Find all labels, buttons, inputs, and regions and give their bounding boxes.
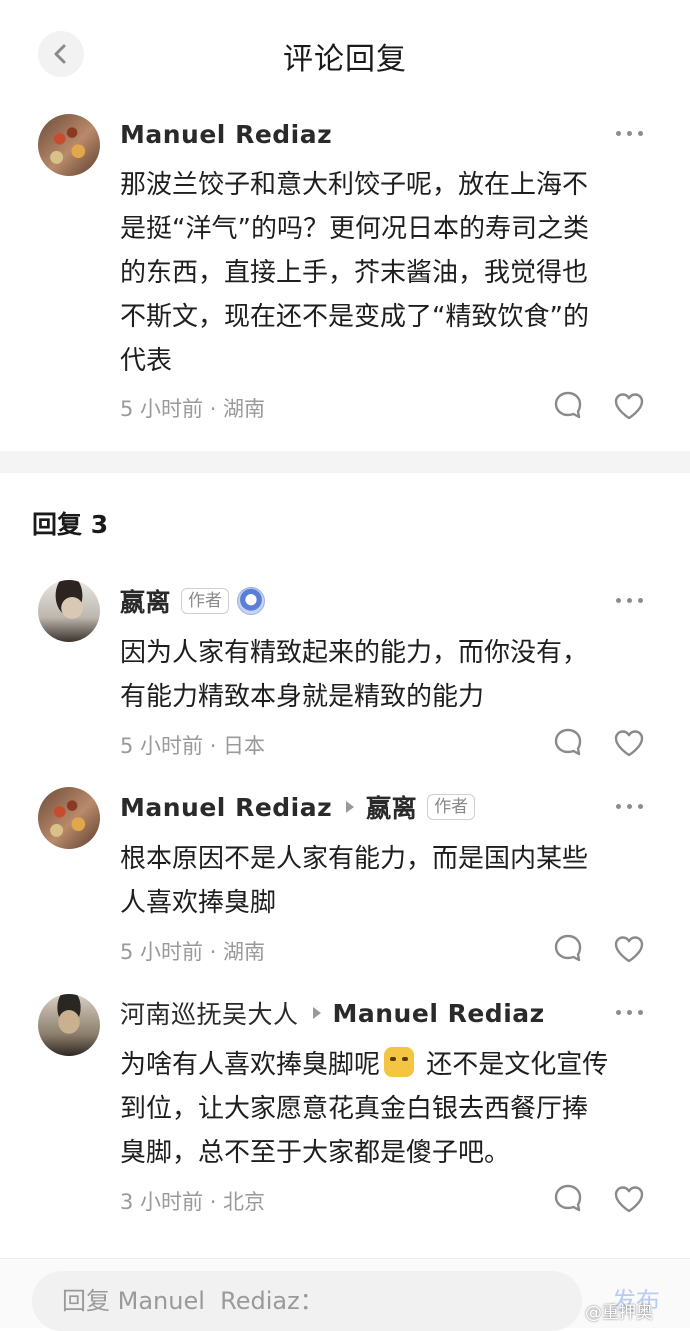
avatar[interactable] bbox=[38, 580, 100, 642]
heart-icon[interactable] bbox=[613, 391, 645, 421]
comment-text: 那波兰饺子和意大利饺子呢，放在上海不 是挺“洋气”的吗？更何况日本的寿司之类 的… bbox=[120, 170, 589, 376]
author-badge: 作者 bbox=[181, 588, 230, 614]
reply-input[interactable] bbox=[32, 1271, 582, 1331]
heart-icon[interactable] bbox=[613, 1184, 645, 1214]
section-divider bbox=[0, 451, 690, 473]
avatar[interactable] bbox=[38, 114, 100, 176]
more-dots-icon[interactable] bbox=[616, 1010, 643, 1015]
page-title: 评论回复 bbox=[283, 42, 407, 77]
reply-arrow-icon bbox=[346, 801, 355, 813]
header-bar: 评论回复 bbox=[0, 0, 690, 108]
comment-meta: 5 小时前 · 湖南 bbox=[120, 940, 266, 964]
comment-bubble-icon[interactable] bbox=[553, 933, 583, 963]
comment-meta: 5 小时前 · 湖南 bbox=[120, 397, 266, 421]
more-dots-icon[interactable] bbox=[616, 804, 643, 809]
comment-meta: 5 小时前 · 日本 bbox=[120, 734, 266, 758]
username[interactable]: Manuel Rediaz bbox=[120, 793, 332, 822]
replies-heading: 回复 3 bbox=[32, 510, 109, 539]
medal-icon bbox=[237, 587, 266, 615]
reply-arrow-icon bbox=[312, 1007, 321, 1019]
comment-text: 根本原因不是人家有能力，而是国内某些 人喜欢捧臭脚 bbox=[120, 844, 589, 918]
avatar[interactable] bbox=[38, 787, 100, 849]
username[interactable]: 河南巡抚吴大人 bbox=[120, 995, 299, 1031]
reply-to-username[interactable]: 嬴离 bbox=[366, 789, 417, 825]
comment-bubble-icon[interactable] bbox=[553, 390, 583, 420]
watermark: @重押奥 bbox=[585, 1303, 653, 1323]
cat-emoji-icon bbox=[384, 1047, 415, 1077]
heart-icon[interactable] bbox=[613, 728, 645, 758]
author-badge: 作者 bbox=[427, 794, 476, 820]
comment-text: 因为人家有精致起来的能力，而你没有， 有能力精致本身就是精致的能力 bbox=[120, 638, 589, 712]
username[interactable]: 嬴离 bbox=[120, 583, 171, 619]
comment-bubble-icon[interactable] bbox=[553, 727, 583, 757]
comment-text: 为啥有人喜欢捧臭脚呢 还不是文化宣传 到位，让大家愿意花真金白银去西餐厅捧 臭脚… bbox=[120, 1043, 655, 1175]
comment-text-part: 为啥有人喜欢捧臭脚呢 bbox=[120, 1050, 381, 1080]
heart-icon[interactable] bbox=[613, 934, 645, 964]
avatar[interactable] bbox=[38, 994, 100, 1056]
more-dots-icon[interactable] bbox=[616, 131, 643, 136]
comment-bubble-icon[interactable] bbox=[553, 1183, 583, 1213]
username[interactable]: Manuel Rediaz bbox=[120, 120, 332, 149]
more-dots-icon[interactable] bbox=[616, 598, 643, 603]
reply-to-username[interactable]: Manuel Rediaz bbox=[333, 999, 545, 1028]
comment-meta: 3 小时前 · 北京 bbox=[120, 1190, 266, 1214]
